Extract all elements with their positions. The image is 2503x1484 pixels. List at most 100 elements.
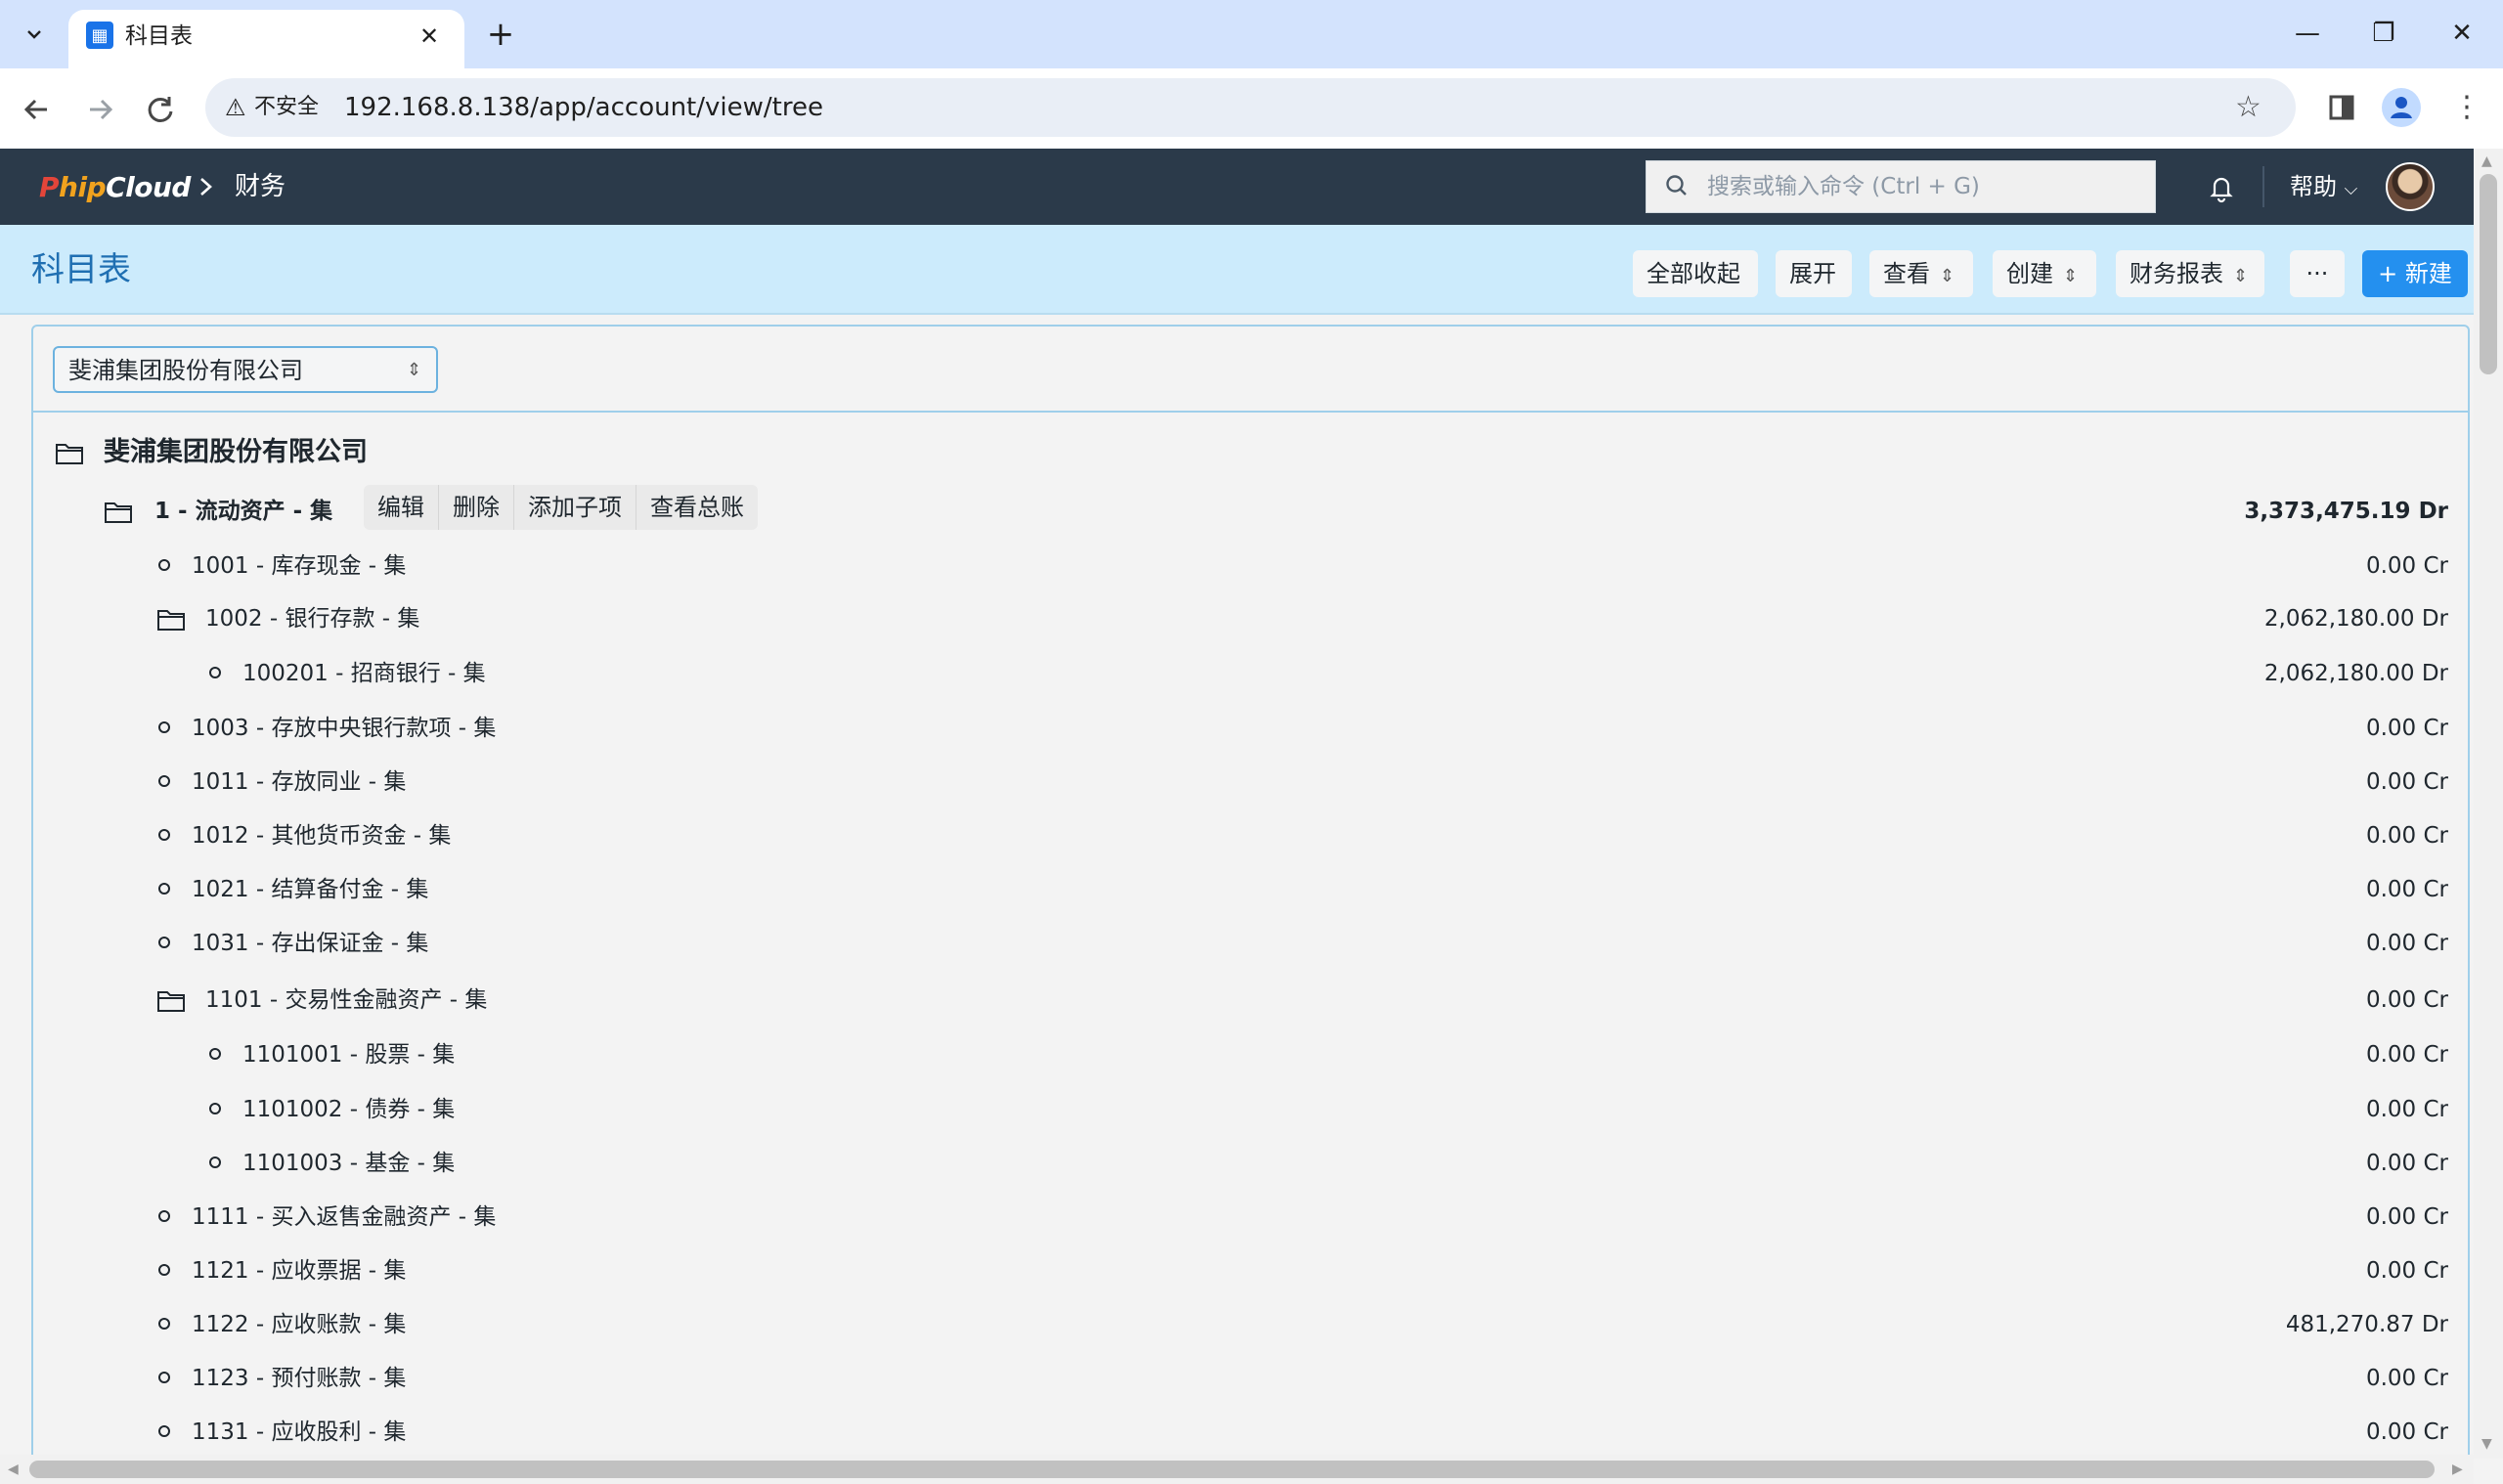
view-dropdown-button[interactable]: 查看 ⇕ (1869, 250, 1973, 297)
financial-reports-dropdown-button[interactable]: 财务报表 ⇕ (2116, 250, 2264, 297)
close-window-button[interactable]: ✕ (2433, 14, 2491, 53)
edit-button[interactable]: 编辑 (364, 485, 439, 530)
tree-row[interactable]: 1101003 - 基金 - 集 0.00 Cr (33, 1139, 2468, 1188)
tree-row[interactable]: 1011 - 存放同业 - 集 0.00 Cr (33, 758, 2468, 807)
tree-row-label[interactable]: 1003 - 存放中央银行款项 - 集 (192, 711, 496, 746)
warning-icon[interactable]: ⚠ (225, 94, 246, 121)
folder-open-icon (157, 991, 185, 1012)
minimize-button[interactable]: — (2278, 14, 2337, 53)
tree-row[interactable]: 1021 - 结算备付金 - 集 0.00 Cr (33, 865, 2468, 914)
close-tab-icon[interactable]: ✕ (415, 22, 444, 51)
tree-row[interactable]: 1002 - 银行存款 - 集 2,062,180.00 Dr (33, 594, 2468, 643)
company-select[interactable]: 斐浦集团股份有限公司 ⇕ (53, 346, 438, 393)
tree-row[interactable]: 1101001 - 股票 - 集 0.00 Cr (33, 1030, 2468, 1079)
notification-bell-icon[interactable] (2206, 172, 2237, 203)
tree-row[interactable]: 1101 - 交易性金融资产 - 集 0.00 Cr (33, 976, 2468, 1025)
avatar[interactable] (2386, 162, 2435, 211)
help-dropdown[interactable]: 帮助 ⌵ (2290, 168, 2357, 208)
tab-search-button[interactable] (14, 14, 55, 55)
browser-tab[interactable]: ▦ 科目表 ✕ (68, 10, 464, 68)
tree-root-row[interactable]: 斐浦集团股份有限公司 (33, 428, 2468, 477)
tree-row-label[interactable]: 1131 - 应收股利 - 集 (192, 1415, 406, 1450)
tree-row-label[interactable]: 1012 - 其他货币资金 - 集 (192, 818, 451, 853)
tree-row[interactable]: 1101002 - 债券 - 集 0.00 Cr (33, 1085, 2468, 1134)
chevron-down-icon (27, 30, 41, 39)
search-input[interactable]: 搜索或输入命令 (Ctrl + G) (1646, 160, 2156, 213)
url-text[interactable]: 192.168.8.138/app/account/view/tree (344, 90, 823, 125)
reload-icon (148, 97, 173, 122)
tree-row-label[interactable]: 1011 - 存放同业 - 集 (192, 764, 406, 800)
collapse-all-button[interactable]: 全部收起 (1633, 250, 1758, 297)
tree-row-label[interactable]: 1101 - 交易性金融资产 - 集 (205, 982, 487, 1018)
delete-button[interactable]: 删除 (439, 485, 514, 530)
account-tree-panel: 斐浦集团股份有限公司 ⇕ 斐浦集团股份有限公司 1 - 流动资产 - 集 编辑 … (31, 325, 2470, 1459)
scroll-down-icon[interactable]: ▼ (2481, 1437, 2492, 1451)
scroll-left-icon[interactable]: ◀ (8, 1462, 19, 1476)
sort-caret-icon: ⇕ (2063, 266, 2079, 286)
view-ledger-button[interactable]: 查看总账 (637, 485, 758, 530)
leaf-node-icon (158, 937, 170, 948)
horizontal-scroll-thumb[interactable] (29, 1461, 2435, 1478)
security-label[interactable]: 不安全 (254, 92, 319, 123)
tree-row[interactable]: 1001 - 库存现金 - 集 0.00 Cr (33, 542, 2468, 590)
create-label: 创建 (2006, 260, 2053, 287)
tree-row-label[interactable]: 1111 - 买入返售金融资产 - 集 (192, 1200, 496, 1235)
forward-button[interactable] (78, 88, 121, 131)
profile-icon[interactable] (2382, 88, 2421, 127)
tree-row[interactable]: 1003 - 存放中央银行款项 - 集 0.00 Cr (33, 704, 2468, 753)
scroll-up-icon[interactable]: ▲ (2481, 154, 2492, 168)
tree-row[interactable]: 100201 - 招商银行 - 集 2,062,180.00 Dr (33, 649, 2468, 698)
tree-row-label[interactable]: 1123 - 预付账款 - 集 (192, 1361, 406, 1396)
row-action-group: 编辑 删除 添加子项 查看总账 (364, 485, 758, 530)
tree-row[interactable]: 1111 - 买入返售金融资产 - 集 0.00 Cr (33, 1193, 2468, 1242)
page-header: 科目表 全部收起 展开 查看 ⇕ 创建 ⇕ 财务报表 ⇕ ··· + 新建 (0, 225, 2503, 315)
tree-row[interactable]: 1 - 流动资产 - 集 编辑 删除 添加子项 查看总账 3,373,475.1… (33, 485, 2468, 536)
expand-button[interactable]: 展开 (1776, 250, 1852, 297)
app-logo[interactable]: PhipCloud (39, 168, 191, 207)
tree-row[interactable]: 1123 - 预付账款 - 集 0.00 Cr (33, 1354, 2468, 1403)
navbar-divider (2262, 166, 2264, 207)
tree-row-label[interactable]: 1101003 - 基金 - 集 (242, 1146, 455, 1181)
tree-row-amount: 0.00 Cr (2365, 987, 2448, 1013)
tree-row[interactable]: 1121 - 应收票据 - 集 0.00 Cr (33, 1246, 2468, 1295)
reload-button[interactable] (139, 88, 182, 131)
tree-row-label[interactable]: 1 - 流动资产 - 集 (154, 494, 332, 529)
address-bar[interactable]: ⚠ 不安全 192.168.8.138/app/account/view/tre… (205, 78, 2296, 137)
tree-row-label[interactable]: 1101002 - 债券 - 集 (242, 1092, 455, 1127)
panel-divider (33, 411, 2468, 413)
more-icon: ··· (2305, 260, 2329, 287)
tree-row[interactable]: 1131 - 应收股利 - 集 0.00 Cr (33, 1408, 2468, 1457)
tree-row-label[interactable]: 1121 - 应收票据 - 集 (192, 1253, 406, 1288)
tree-row-label[interactable]: 1122 - 应收账款 - 集 (192, 1307, 406, 1342)
tree-row-label[interactable]: 1031 - 存出保证金 - 集 (192, 926, 428, 961)
side-panel-icon[interactable] (2322, 88, 2361, 127)
folder-icon (56, 444, 83, 464)
back-button[interactable] (16, 88, 59, 131)
browser-menu-icon[interactable]: ⋮ (2452, 88, 2481, 127)
tree-row-amount: 2,062,180.00 Dr (2263, 661, 2448, 686)
scroll-right-icon[interactable]: ▶ (2452, 1462, 2463, 1476)
leaf-node-icon (209, 667, 221, 678)
tree-row-label[interactable]: 1101001 - 股票 - 集 (242, 1037, 455, 1072)
bookmark-star-icon[interactable]: ☆ (2235, 88, 2261, 127)
create-dropdown-button[interactable]: 创建 ⇕ (1993, 250, 2096, 297)
tree-row[interactable]: 1122 - 应收账款 - 集 481,270.87 Dr (33, 1300, 2468, 1349)
tree-row-label[interactable]: 1002 - 银行存款 - 集 (205, 601, 419, 636)
more-actions-button[interactable]: ··· (2290, 250, 2345, 297)
tree-root-label[interactable]: 斐浦集团股份有限公司 (104, 435, 368, 470)
new-button[interactable]: + 新建 (2362, 250, 2468, 297)
tree-row[interactable]: 1031 - 存出保证金 - 集 0.00 Cr (33, 919, 2468, 968)
new-tab-button[interactable]: + (481, 16, 520, 55)
tree-row-amount: 0.00 Cr (2365, 769, 2448, 795)
restore-button[interactable]: ❐ (2354, 14, 2413, 53)
add-child-button[interactable]: 添加子项 (514, 485, 637, 530)
tree-row[interactable]: 1012 - 其他货币资金 - 集 0.00 Cr (33, 811, 2468, 860)
breadcrumb[interactable]: 财务 (235, 168, 285, 205)
search-icon (1664, 173, 1690, 198)
tree-row-label[interactable]: 1021 - 结算备付金 - 集 (192, 872, 428, 907)
tree-row-label[interactable]: 100201 - 招商银行 - 集 (242, 656, 486, 691)
leaf-node-icon (209, 1048, 221, 1060)
vertical-scroll-thumb[interactable] (2480, 174, 2497, 374)
tree-row-label[interactable]: 1001 - 库存现金 - 集 (192, 548, 406, 584)
tree-row-amount: 0.00 Cr (2365, 553, 2448, 579)
